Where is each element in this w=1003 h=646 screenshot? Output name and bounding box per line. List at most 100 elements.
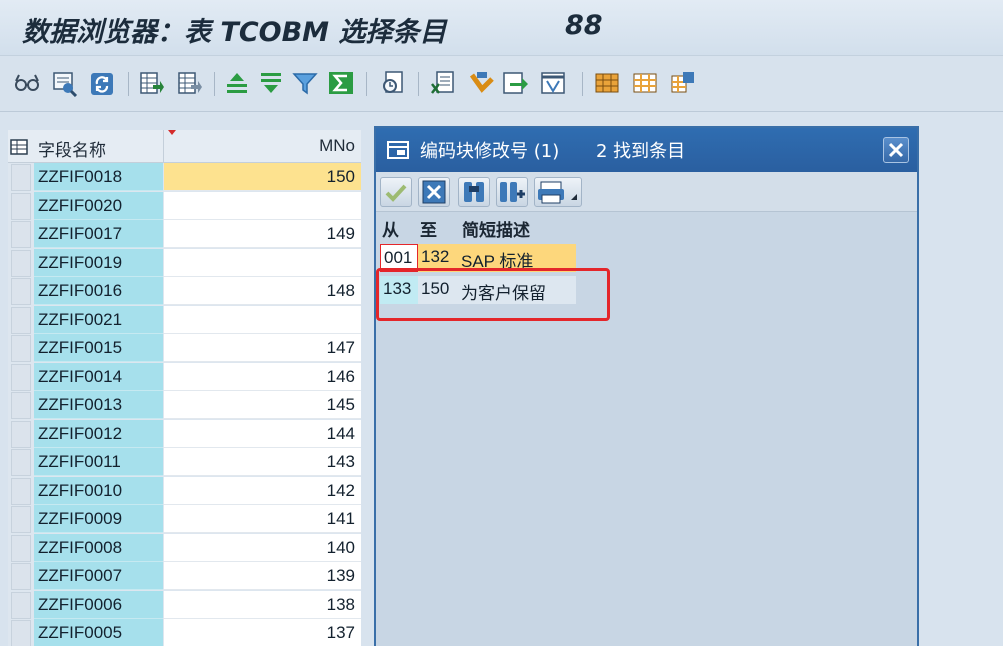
- layout-save-icon[interactable]: [670, 69, 696, 97]
- row-selector[interactable]: [11, 249, 31, 277]
- column-from[interactable]: 从: [378, 212, 416, 242]
- header-field-name[interactable]: 字段名称: [38, 136, 106, 161]
- column-settings-icon[interactable]: [10, 139, 28, 155]
- row-selector[interactable]: [11, 477, 31, 505]
- sum-icon[interactable]: [328, 69, 354, 97]
- field-name-cell[interactable]: ZZFIF0016: [34, 277, 163, 305]
- field-name-cell[interactable]: ZZFIF0017: [34, 220, 163, 248]
- row-selector[interactable]: [11, 449, 31, 476]
- table-row[interactable]: ZZFIF0018 150: [8, 163, 361, 192]
- mno-cell[interactable]: 138: [164, 590, 361, 619]
- table-row[interactable]: ZZFIF0005 137: [8, 619, 361, 646]
- mno-cell[interactable]: 140: [164, 533, 361, 562]
- mno-cell[interactable]: 148: [164, 277, 361, 305]
- mno-cell[interactable]: 142: [164, 476, 361, 505]
- layout-change-icon[interactable]: [632, 69, 658, 97]
- field-name-cell[interactable]: ZZFIF0014: [34, 362, 163, 391]
- dialog-title: 编码块修改号 (1): [420, 141, 560, 162]
- confirm-button[interactable]: [380, 177, 412, 207]
- mno-cell[interactable]: 139: [164, 562, 361, 590]
- field-name-cell[interactable]: ZZFIF0012: [34, 419, 163, 448]
- table-row[interactable]: ZZFIF0015 147: [8, 334, 361, 363]
- excel-export-icon[interactable]: [430, 69, 456, 97]
- field-name-cell[interactable]: ZZFIF0021: [34, 305, 163, 334]
- table-row[interactable]: ZZFIF0013 145: [8, 391, 361, 420]
- mno-cell[interactable]: 137: [164, 619, 361, 646]
- mno-cell[interactable]: 147: [164, 334, 361, 362]
- word-processing-icon[interactable]: [468, 69, 494, 97]
- row-selector[interactable]: [11, 506, 31, 533]
- mno-cell[interactable]: [164, 305, 361, 334]
- sort-ascending-icon[interactable]: [224, 69, 250, 97]
- table-row[interactable]: ZZFIF0009 141: [8, 505, 361, 534]
- field-name-cell[interactable]: ZZFIF0007: [34, 562, 163, 590]
- mno-cell[interactable]: [164, 191, 361, 220]
- check-table-icon[interactable]: [138, 69, 164, 97]
- row-selector[interactable]: [11, 620, 31, 646]
- field-name-cell[interactable]: ZZFIF0005: [34, 619, 163, 646]
- field-name-cell[interactable]: ZZFIF0011: [34, 448, 163, 476]
- table-row[interactable]: ZZFIF0019: [8, 248, 361, 278]
- find-button[interactable]: [458, 177, 490, 207]
- header-mno[interactable]: MNo: [319, 136, 355, 156]
- table-row[interactable]: ZZFIF0021: [8, 305, 361, 335]
- dialog-title-bar[interactable]: 编码块修改号 (1) 2 找到条目: [376, 128, 917, 172]
- details-icon[interactable]: [52, 69, 78, 98]
- local-file-icon[interactable]: [502, 69, 528, 97]
- mno-cell[interactable]: 150: [164, 163, 361, 191]
- data-table: 字段名称 MNo ZZFIF0018 150 ZZFIF0020 ZZFIF0017 1…: [8, 130, 361, 646]
- refresh-icon[interactable]: [90, 69, 116, 97]
- field-name-cell[interactable]: ZZFIF0010: [34, 476, 163, 505]
- cancel-button[interactable]: [418, 177, 450, 207]
- column-description[interactable]: 简短描述: [458, 212, 578, 242]
- field-name-cell[interactable]: ZZFIF0009: [34, 505, 163, 533]
- row-selector[interactable]: [11, 392, 31, 419]
- row-selector[interactable]: [11, 278, 31, 305]
- check-table-alt-icon[interactable]: [176, 69, 202, 97]
- mno-cell[interactable]: [164, 248, 361, 277]
- field-name-cell[interactable]: ZZFIF0018: [34, 163, 163, 191]
- sort-descending-icon[interactable]: [258, 69, 284, 97]
- table-row[interactable]: ZZFIF0006 138: [8, 590, 361, 620]
- mno-cell[interactable]: 141: [164, 505, 361, 533]
- mno-cell[interactable]: 146: [164, 362, 361, 391]
- table-row[interactable]: ZZFIF0010 142: [8, 476, 361, 506]
- row-selector[interactable]: [11, 363, 31, 391]
- mno-cell[interactable]: 143: [164, 448, 361, 476]
- table-row[interactable]: ZZFIF0008 140: [8, 533, 361, 563]
- table-row[interactable]: ZZFIF0016 148: [8, 277, 361, 306]
- mno-cell[interactable]: 149: [164, 220, 361, 248]
- filter-icon[interactable]: [292, 69, 318, 97]
- print-preview-icon[interactable]: [380, 69, 406, 97]
- layout-select-icon[interactable]: [594, 69, 620, 97]
- row-selector[interactable]: [11, 534, 31, 562]
- field-name-cell[interactable]: ZZFIF0006: [34, 590, 163, 619]
- print-button[interactable]: [534, 177, 582, 207]
- field-name-cell[interactable]: ZZFIF0013: [34, 391, 163, 419]
- row-selector[interactable]: [11, 591, 31, 619]
- row-selector[interactable]: [11, 221, 31, 248]
- table-row[interactable]: ZZFIF0017 149: [8, 220, 361, 249]
- abc-analysis-icon[interactable]: [540, 69, 566, 97]
- close-icon[interactable]: [883, 137, 909, 163]
- row-selector[interactable]: [11, 335, 31, 362]
- field-name-cell[interactable]: ZZFIF0008: [34, 533, 163, 562]
- row-selector[interactable]: [11, 563, 31, 590]
- table-row[interactable]: ZZFIF0014 146: [8, 362, 361, 392]
- table-row[interactable]: ZZFIF0011 143: [8, 448, 361, 477]
- glasses-icon[interactable]: [14, 69, 40, 97]
- row-selector[interactable]: [11, 164, 31, 191]
- row-selector[interactable]: [11, 420, 31, 448]
- table-row[interactable]: ZZFIF0007 139: [8, 562, 361, 591]
- mno-cell[interactable]: 144: [164, 419, 361, 448]
- row-selector[interactable]: [11, 192, 31, 220]
- table-row[interactable]: ZZFIF0020: [8, 191, 361, 221]
- field-name-cell[interactable]: ZZFIF0020: [34, 191, 163, 220]
- column-to[interactable]: 至: [416, 212, 456, 242]
- find-next-button[interactable]: [496, 177, 528, 207]
- field-name-cell[interactable]: ZZFIF0019: [34, 248, 163, 277]
- table-row[interactable]: ZZFIF0012 144: [8, 419, 361, 449]
- mno-cell[interactable]: 145: [164, 391, 361, 419]
- field-name-cell[interactable]: ZZFIF0015: [34, 334, 163, 362]
- row-selector[interactable]: [11, 306, 31, 334]
